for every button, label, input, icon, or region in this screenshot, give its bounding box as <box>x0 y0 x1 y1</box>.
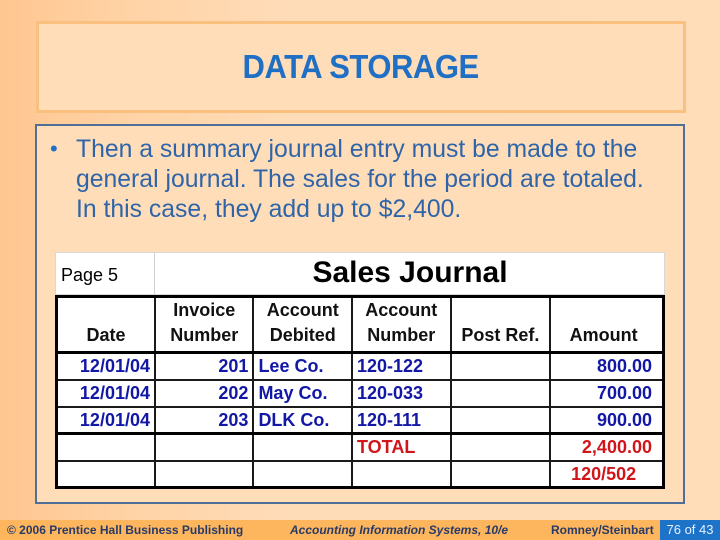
cell-empty <box>252 459 353 489</box>
cell-account: Lee Co. <box>252 351 353 381</box>
cell-account: May Co. <box>252 378 353 408</box>
title-box: DATA STORAGE <box>36 21 686 113</box>
header-amount: Amount <box>549 295 665 354</box>
slide-page-number: 76 of 43 <box>660 520 720 540</box>
journal-title: Sales Journal <box>312 256 508 289</box>
cell-amount: 800.00 <box>549 351 665 381</box>
cell-account: DLK Co. <box>252 405 353 435</box>
total-amount: 2,400.00 <box>549 432 665 462</box>
cell-date: 12/01/04 <box>55 378 156 408</box>
cell-account-number: 120-122 <box>350 351 452 381</box>
cell-invoice: 201 <box>153 351 255 381</box>
total-row: TOTAL 2,400.00 <box>55 432 665 462</box>
cell-amount: 900.00 <box>549 405 665 435</box>
table-row: 12/01/04 202 May Co. 120-033 700.00 <box>55 378 665 408</box>
sales-journal: Page 5 Sales Journal Date Invoice Number … <box>55 252 665 489</box>
cell-empty <box>350 459 452 489</box>
total-label: TOTAL <box>350 432 452 462</box>
cell-empty <box>252 432 353 462</box>
footer-bar: © 2006 Prentice Hall Business Publishing… <box>0 520 720 540</box>
cell-account-number: 120-111 <box>350 405 452 435</box>
cell-post-ref <box>449 405 552 435</box>
cell-amount: 700.00 <box>549 378 665 408</box>
journal-header: Page 5 Sales Journal <box>55 252 665 296</box>
header-invoice-number: Invoice Number <box>153 295 255 354</box>
cell-empty <box>449 459 552 489</box>
page-label: Page 5 <box>61 265 119 285</box>
header-divider <box>154 253 155 296</box>
cell-empty <box>153 459 255 489</box>
header-date: Date <box>55 295 156 354</box>
bullet-dot-icon: • <box>50 136 58 161</box>
header-post-ref: Post Ref. <box>449 295 552 354</box>
bullet-text: Then a summary journal entry must be mad… <box>76 135 644 223</box>
cell-empty <box>55 459 156 489</box>
footer-authors: Romney/Steinbart <box>551 523 654 537</box>
header-account-debited: Account Debited <box>252 295 353 354</box>
cell-invoice: 203 <box>153 405 255 435</box>
footer-copyright: © 2006 Prentice Hall Business Publishing <box>7 523 244 537</box>
cell-empty <box>153 432 255 462</box>
header-account-number: Account Number <box>350 295 452 354</box>
table-header-row: Date Invoice Number Account Debited Accoun… <box>55 295 665 354</box>
cell-date: 12/01/04 <box>55 351 156 381</box>
cell-date: 12/01/04 <box>55 405 156 435</box>
slide-title: DATA STORAGE <box>242 48 480 85</box>
cell-post-ref <box>449 351 552 381</box>
table-row: 12/01/04 203 DLK Co. 120-111 900.00 <box>55 405 665 435</box>
table-row: 12/01/04 201 Lee Co. 120-122 800.00 <box>55 351 665 381</box>
posting-row: 120/502 <box>55 459 665 489</box>
cell-invoice: 202 <box>153 378 255 408</box>
cell-post-ref <box>449 378 552 408</box>
cell-empty <box>449 432 552 462</box>
cell-empty <box>55 432 156 462</box>
journal-table: Date Invoice Number Account Debited Accoun… <box>55 295 665 489</box>
cell-account-number: 120-033 <box>350 378 452 408</box>
posting-reference: 120/502 <box>549 459 665 489</box>
footer-book-title: Accounting Information Systems, 10/e <box>290 523 509 537</box>
